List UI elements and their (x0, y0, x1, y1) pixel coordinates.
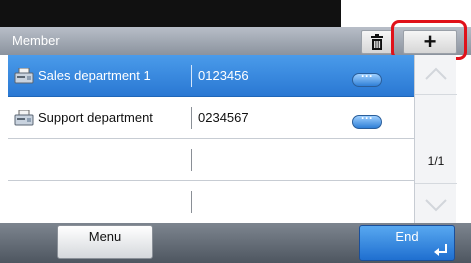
chevron-up-icon (425, 67, 447, 80)
scroll-up-button[interactable] (415, 55, 457, 95)
table-row[interactable]: Support department 0234567 (8, 97, 414, 139)
highlight-frame (391, 20, 467, 60)
fax-icon (14, 68, 34, 84)
page-title: Member (12, 33, 60, 48)
delete-button[interactable] (361, 30, 393, 54)
detail-button[interactable] (352, 111, 382, 129)
menu-button[interactable]: Menu (57, 225, 153, 259)
trash-icon (371, 34, 383, 50)
clock: 10:10 (398, 3, 458, 11)
page-indicator: 1/1 (427, 154, 445, 168)
scrollbar[interactable]: 1/1 (414, 55, 457, 223)
column-divider (191, 191, 192, 213)
detail-button[interactable] (352, 69, 382, 87)
member-number: 0234567 (198, 110, 249, 125)
column-divider (191, 149, 192, 171)
column-divider (191, 107, 192, 129)
enter-icon (434, 244, 447, 256)
member-name: Support department (38, 110, 153, 125)
end-button-label: End (395, 229, 419, 244)
status-bar (0, 0, 341, 27)
chevron-down-icon (425, 199, 447, 212)
table-row[interactable] (8, 139, 414, 181)
scroll-down-button[interactable] (415, 183, 457, 223)
fax-icon (14, 110, 34, 126)
table-row[interactable] (8, 181, 414, 223)
member-list: Sales department 1 0123456 Support depar… (8, 55, 414, 223)
column-divider (191, 65, 192, 87)
table-row[interactable]: Sales department 1 0123456 (8, 55, 414, 97)
member-number: 0123456 (198, 68, 249, 83)
end-button[interactable]: End (359, 225, 455, 261)
member-name: Sales department 1 (38, 68, 151, 83)
